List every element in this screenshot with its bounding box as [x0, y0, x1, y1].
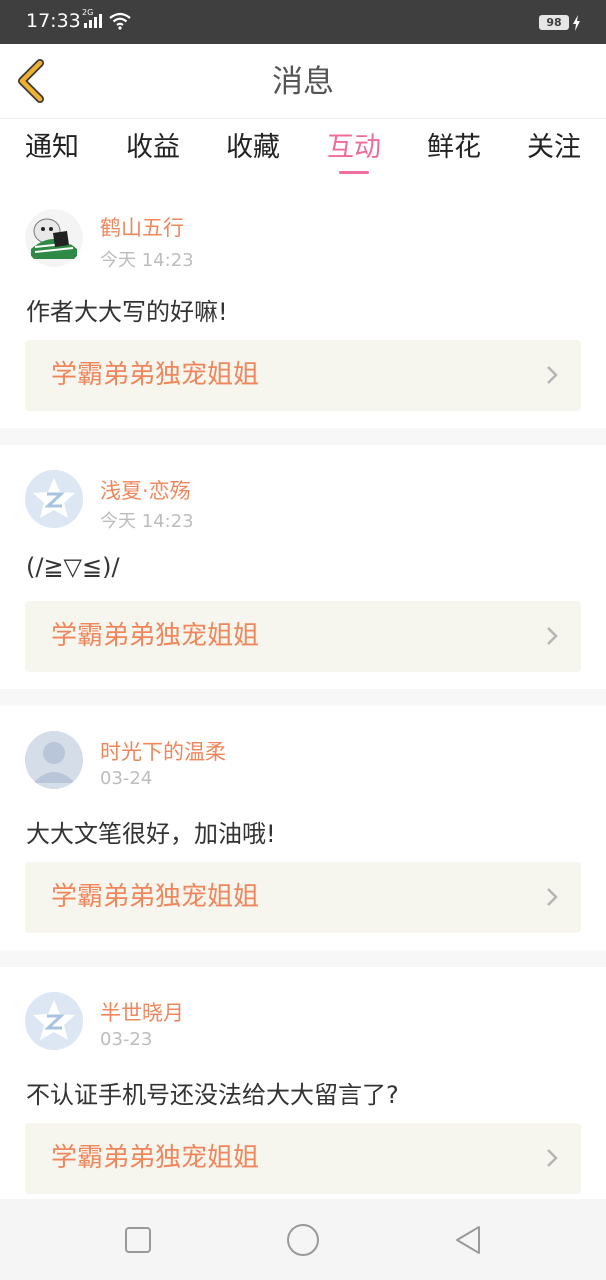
message-card: 半世晓月 03-23 不认证手机号还没法给大大留言了? 学霸弟弟独宠姐姐 [0, 967, 606, 1199]
chevron-left-icon [18, 59, 44, 103]
username[interactable]: 时光下的温柔 [100, 736, 226, 766]
book-title: 学霸弟弟独宠姐姐 [51, 621, 260, 651]
triangle-back-icon [456, 1226, 480, 1254]
book-link[interactable]: 学霸弟弟独宠姐姐 [25, 601, 581, 672]
message-content: 不认证手机号还没法给大大留言了? [26, 1081, 399, 1109]
user-avatar[interactable] [25, 209, 83, 267]
tab-label: 互动 [327, 132, 381, 163]
book-link[interactable]: 学霸弟弟独宠姐姐 [25, 340, 581, 411]
tab-bar: 通知 收益 收藏 互动 鲜花 关注 [0, 119, 606, 179]
chevron-right-icon [547, 627, 558, 645]
message-card: 时光下的温柔 03-24 大大文笔很好，加油哦! 学霸弟弟独宠姐姐 [0, 706, 606, 950]
qzone-star-icon [25, 992, 83, 1050]
username[interactable]: 半世晓月 [100, 997, 184, 1027]
charging-icon [572, 15, 581, 35]
book-title: 学霸弟弟独宠姐姐 [51, 882, 260, 912]
home-button[interactable] [286, 1223, 320, 1257]
message-content: 作者大大写的好嘛! [26, 298, 228, 326]
chevron-right-icon [547, 366, 558, 384]
tab-interactions[interactable]: 互动 [309, 119, 399, 179]
tab-flowers[interactable]: 鲜花 [409, 119, 499, 179]
square-icon [125, 1227, 151, 1253]
tab-favorites[interactable]: 收藏 [208, 119, 298, 179]
title-bar: 消息 [0, 44, 606, 119]
cartoon-avatar-icon [25, 209, 83, 267]
tab-label: 通知 [25, 132, 79, 163]
message-card: 浅夏·恋殇 今天 14:23 (/≧▽≦)/ 学霸弟弟独宠姐姐 [0, 445, 606, 689]
tab-following[interactable]: 关注 [509, 119, 599, 179]
circle-icon [287, 1224, 319, 1256]
tab-label: 关注 [527, 132, 581, 163]
tab-label: 鲜花 [427, 132, 481, 163]
navigation-bar [0, 1199, 606, 1280]
back-button[interactable] [12, 57, 52, 105]
user-avatar[interactable] [25, 470, 83, 528]
book-link[interactable]: 学霸弟弟独宠姐姐 [25, 862, 581, 933]
divider [0, 689, 606, 706]
wifi-icon [108, 12, 132, 34]
chevron-right-icon [547, 888, 558, 906]
tab-label: 收藏 [226, 132, 280, 163]
network-type: 2G [82, 8, 94, 17]
book-title: 学霸弟弟独宠姐姐 [51, 360, 260, 390]
chevron-right-icon [547, 1149, 558, 1167]
username[interactable]: 浅夏·恋殇 [100, 475, 191, 505]
page-title: 消息 [272, 64, 334, 100]
tab-notifications[interactable]: 通知 [7, 119, 97, 179]
tab-earnings[interactable]: 收益 [108, 119, 198, 179]
message-time: 今天 14:23 [100, 250, 194, 271]
user-avatar[interactable] [25, 731, 83, 789]
book-link[interactable]: 学霸弟弟独宠姐姐 [25, 1123, 581, 1194]
divider [0, 428, 606, 445]
username[interactable]: 鹤山五行 [100, 212, 184, 242]
message-content: (/≧▽≦)/ [26, 553, 120, 581]
message-content: 大大文笔很好，加油哦! [26, 820, 276, 848]
status-time: 17:33 [26, 10, 81, 32]
message-time: 03-24 [100, 768, 153, 789]
active-tab-indicator [339, 171, 369, 174]
status-bar: 17:33 2G 98 [0, 0, 606, 44]
message-time: 今天 14:23 [100, 511, 194, 532]
tab-label: 收益 [126, 132, 180, 163]
back-nav-button[interactable] [451, 1223, 485, 1257]
person-icon [25, 731, 83, 789]
recent-apps-button[interactable] [121, 1223, 155, 1257]
message-time: 03-23 [100, 1029, 153, 1050]
divider [0, 950, 606, 967]
battery-icon: 98 [539, 15, 569, 30]
book-title: 学霸弟弟独宠姐姐 [51, 1143, 260, 1173]
user-avatar[interactable] [25, 992, 83, 1050]
qzone-star-icon [25, 470, 83, 528]
message-card: 鹤山五行 今天 14:23 作者大大写的好嘛! 学霸弟弟独宠姐姐 [0, 180, 606, 428]
